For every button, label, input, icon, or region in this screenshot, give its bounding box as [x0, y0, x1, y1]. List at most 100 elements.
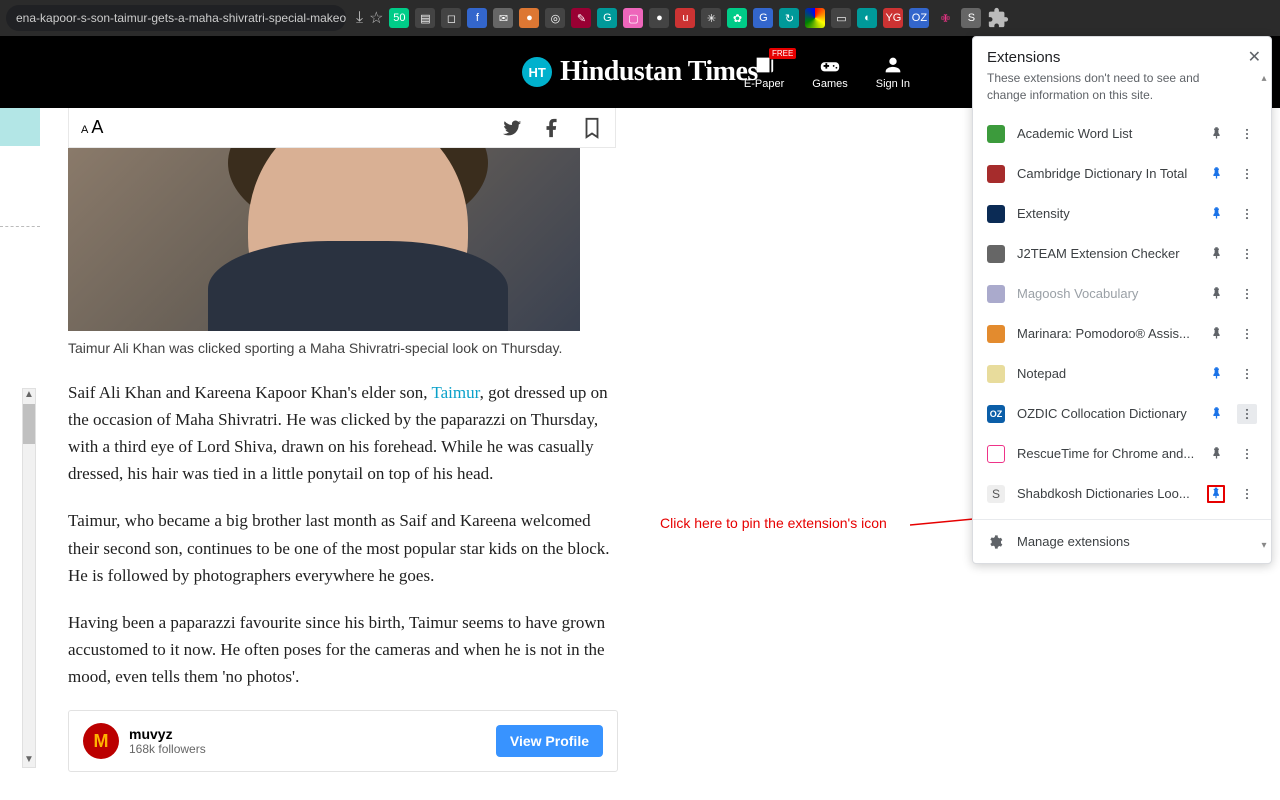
- manage-extensions-button[interactable]: Manage extensions: [973, 519, 1271, 563]
- ext-icon[interactable]: ✿: [727, 8, 747, 28]
- ext-icon[interactable]: ●: [649, 8, 669, 28]
- pin-icon-unpinned[interactable]: [1207, 445, 1225, 463]
- facebook-icon[interactable]: [541, 117, 563, 139]
- pin-icon-unpinned[interactable]: [1207, 325, 1225, 343]
- ad-scrollbar[interactable]: ▲ ▼: [22, 388, 36, 768]
- ext-icon[interactable]: G: [597, 8, 617, 28]
- ext-icon[interactable]: 50: [389, 8, 409, 28]
- more-icon[interactable]: [1237, 164, 1257, 184]
- extension-row[interactable]: Notepad: [973, 354, 1271, 394]
- extension-row[interactable]: Magoosh Vocabulary: [973, 274, 1271, 314]
- more-icon[interactable]: [1237, 404, 1257, 424]
- pin-icon-pinned[interactable]: [1207, 205, 1225, 223]
- ext-icon[interactable]: u: [675, 8, 695, 28]
- brand[interactable]: HT Hindustan Times: [522, 56, 758, 88]
- extension-icon: [987, 365, 1005, 383]
- more-icon[interactable]: [1237, 284, 1257, 304]
- ext-icon[interactable]: ✎: [571, 8, 591, 28]
- view-profile-button[interactable]: View Profile: [496, 725, 603, 757]
- embed-username[interactable]: muvyz: [129, 726, 206, 742]
- address-text: ena-kapoor-s-son-taimur-gets-a-maha-shiv…: [16, 11, 346, 25]
- extension-row[interactable]: Academic Word List: [973, 114, 1271, 154]
- ext-icon[interactable]: ▭: [831, 8, 851, 28]
- ext-icon[interactable]: S: [961, 8, 981, 28]
- extension-name: Academic Word List: [1017, 126, 1195, 141]
- star-icon[interactable]: ☆: [369, 8, 383, 28]
- extension-row[interactable]: OZ OZDIC Collocation Dictionary: [973, 394, 1271, 434]
- ext-icon[interactable]: ◻: [441, 8, 461, 28]
- font-size-toggle[interactable]: AA: [81, 117, 103, 138]
- scroll-down-icon[interactable]: ▾: [1257, 540, 1271, 551]
- popup-scrollbar[interactable]: ▴ ▾: [1257, 73, 1271, 551]
- extension-name: Extensity: [1017, 206, 1195, 221]
- ext-icon[interactable]: ◎: [545, 8, 565, 28]
- ext-icon[interactable]: ◐: [857, 8, 877, 28]
- ext-icon[interactable]: OZ: [909, 8, 929, 28]
- pin-icon-pinned[interactable]: [1207, 485, 1225, 503]
- extension-row[interactable]: J2TEAM Extension Checker: [973, 234, 1271, 274]
- pin-icon-pinned[interactable]: [1207, 365, 1225, 383]
- more-icon[interactable]: [1237, 124, 1257, 144]
- extension-icon: [987, 165, 1005, 183]
- extension-row[interactable]: Cambridge Dictionary In Total: [973, 154, 1271, 194]
- pin-icon-unpinned[interactable]: [1207, 285, 1225, 303]
- ext-icon[interactable]: YG: [883, 8, 903, 28]
- extension-icon: OZ: [987, 405, 1005, 423]
- browser-tab-strip: ena-kapoor-s-son-taimur-gets-a-maha-shiv…: [0, 0, 1280, 36]
- brand-logo-icon: HT: [522, 57, 552, 87]
- extension-row[interactable]: SShabdkosh Dictionaries Loo...: [973, 474, 1271, 514]
- embed-followers: 168k followers: [129, 742, 206, 756]
- extension-icon: [987, 325, 1005, 343]
- address-bar[interactable]: ena-kapoor-s-son-taimur-gets-a-maha-shiv…: [6, 5, 346, 31]
- article-paragraph: Taimur, who became a big brother last mo…: [68, 507, 618, 589]
- free-badge: FREE: [769, 48, 796, 59]
- pin-icon-pinned[interactable]: [1207, 405, 1225, 423]
- extension-name: Notepad: [1017, 366, 1195, 381]
- nav-signin[interactable]: Sign In: [876, 54, 910, 90]
- more-icon[interactable]: [1237, 324, 1257, 344]
- pin-icon-pinned[interactable]: [1207, 165, 1225, 183]
- ext-icon[interactable]: ↻: [779, 8, 799, 28]
- extensions-puzzle-icon[interactable]: [987, 7, 1009, 29]
- ext-icon[interactable]: ▤: [415, 8, 435, 28]
- ext-icon[interactable]: G: [753, 8, 773, 28]
- instagram-embed-card: M muvyz 168k followers View Profile: [68, 710, 618, 772]
- user-icon: [882, 54, 904, 76]
- extension-row[interactable]: Extensity: [973, 194, 1271, 234]
- pin-icon-unpinned[interactable]: [1207, 245, 1225, 263]
- scroll-up-icon[interactable]: ▴: [1257, 73, 1271, 84]
- ext-icon[interactable]: ▢: [623, 8, 643, 28]
- more-icon[interactable]: [1237, 204, 1257, 224]
- ext-icon[interactable]: f: [467, 8, 487, 28]
- download-icon[interactable]: ⤓: [356, 9, 363, 27]
- inline-link-taimur[interactable]: Taimur: [431, 383, 479, 402]
- extension-icon: [987, 205, 1005, 223]
- article-paragraph: Having been a paparazzi favourite since …: [68, 609, 618, 691]
- nav-games[interactable]: Games: [812, 54, 847, 90]
- extension-row[interactable]: Marinara: Pomodoro® Assis...: [973, 314, 1271, 354]
- more-icon[interactable]: [1237, 484, 1257, 504]
- close-icon[interactable]: ✕: [1248, 47, 1261, 67]
- extension-row[interactable]: RescueTime for Chrome and...: [973, 434, 1271, 474]
- ext-icon[interactable]: [805, 8, 825, 28]
- ext-icon[interactable]: ✉: [493, 8, 513, 28]
- extension-name: OZDIC Collocation Dictionary: [1017, 406, 1195, 421]
- bookmark-icon[interactable]: [581, 117, 603, 139]
- nav-epaper[interactable]: FREE E-Paper: [744, 54, 784, 90]
- more-icon[interactable]: [1237, 244, 1257, 264]
- twitter-icon[interactable]: [501, 117, 523, 139]
- extension-icon: [987, 245, 1005, 263]
- extension-name: Magoosh Vocabulary: [1017, 286, 1195, 301]
- extension-name: Marinara: Pomodoro® Assis...: [1017, 326, 1195, 341]
- extension-name: RescueTime for Chrome and...: [1017, 446, 1195, 461]
- pin-icon-unpinned[interactable]: [1207, 125, 1225, 143]
- ext-icon[interactable]: ✙: [935, 8, 955, 28]
- article: AA Taimur Ali Khan was clicked sporting …: [68, 108, 618, 772]
- toolbar-extension-icons: ⤓ ☆ 50 ▤ ◻ f ✉ ● ◎ ✎ G ▢ ● u ✳ ✿ G ↻ ▭ ◐…: [346, 7, 1274, 29]
- gear-icon: [987, 534, 1003, 550]
- article-paragraph: Saif Ali Khan and Kareena Kapoor Khan's …: [68, 379, 618, 488]
- ext-icon[interactable]: ●: [519, 8, 539, 28]
- more-icon[interactable]: [1237, 364, 1257, 384]
- ext-icon[interactable]: ✳: [701, 8, 721, 28]
- more-icon[interactable]: [1237, 444, 1257, 464]
